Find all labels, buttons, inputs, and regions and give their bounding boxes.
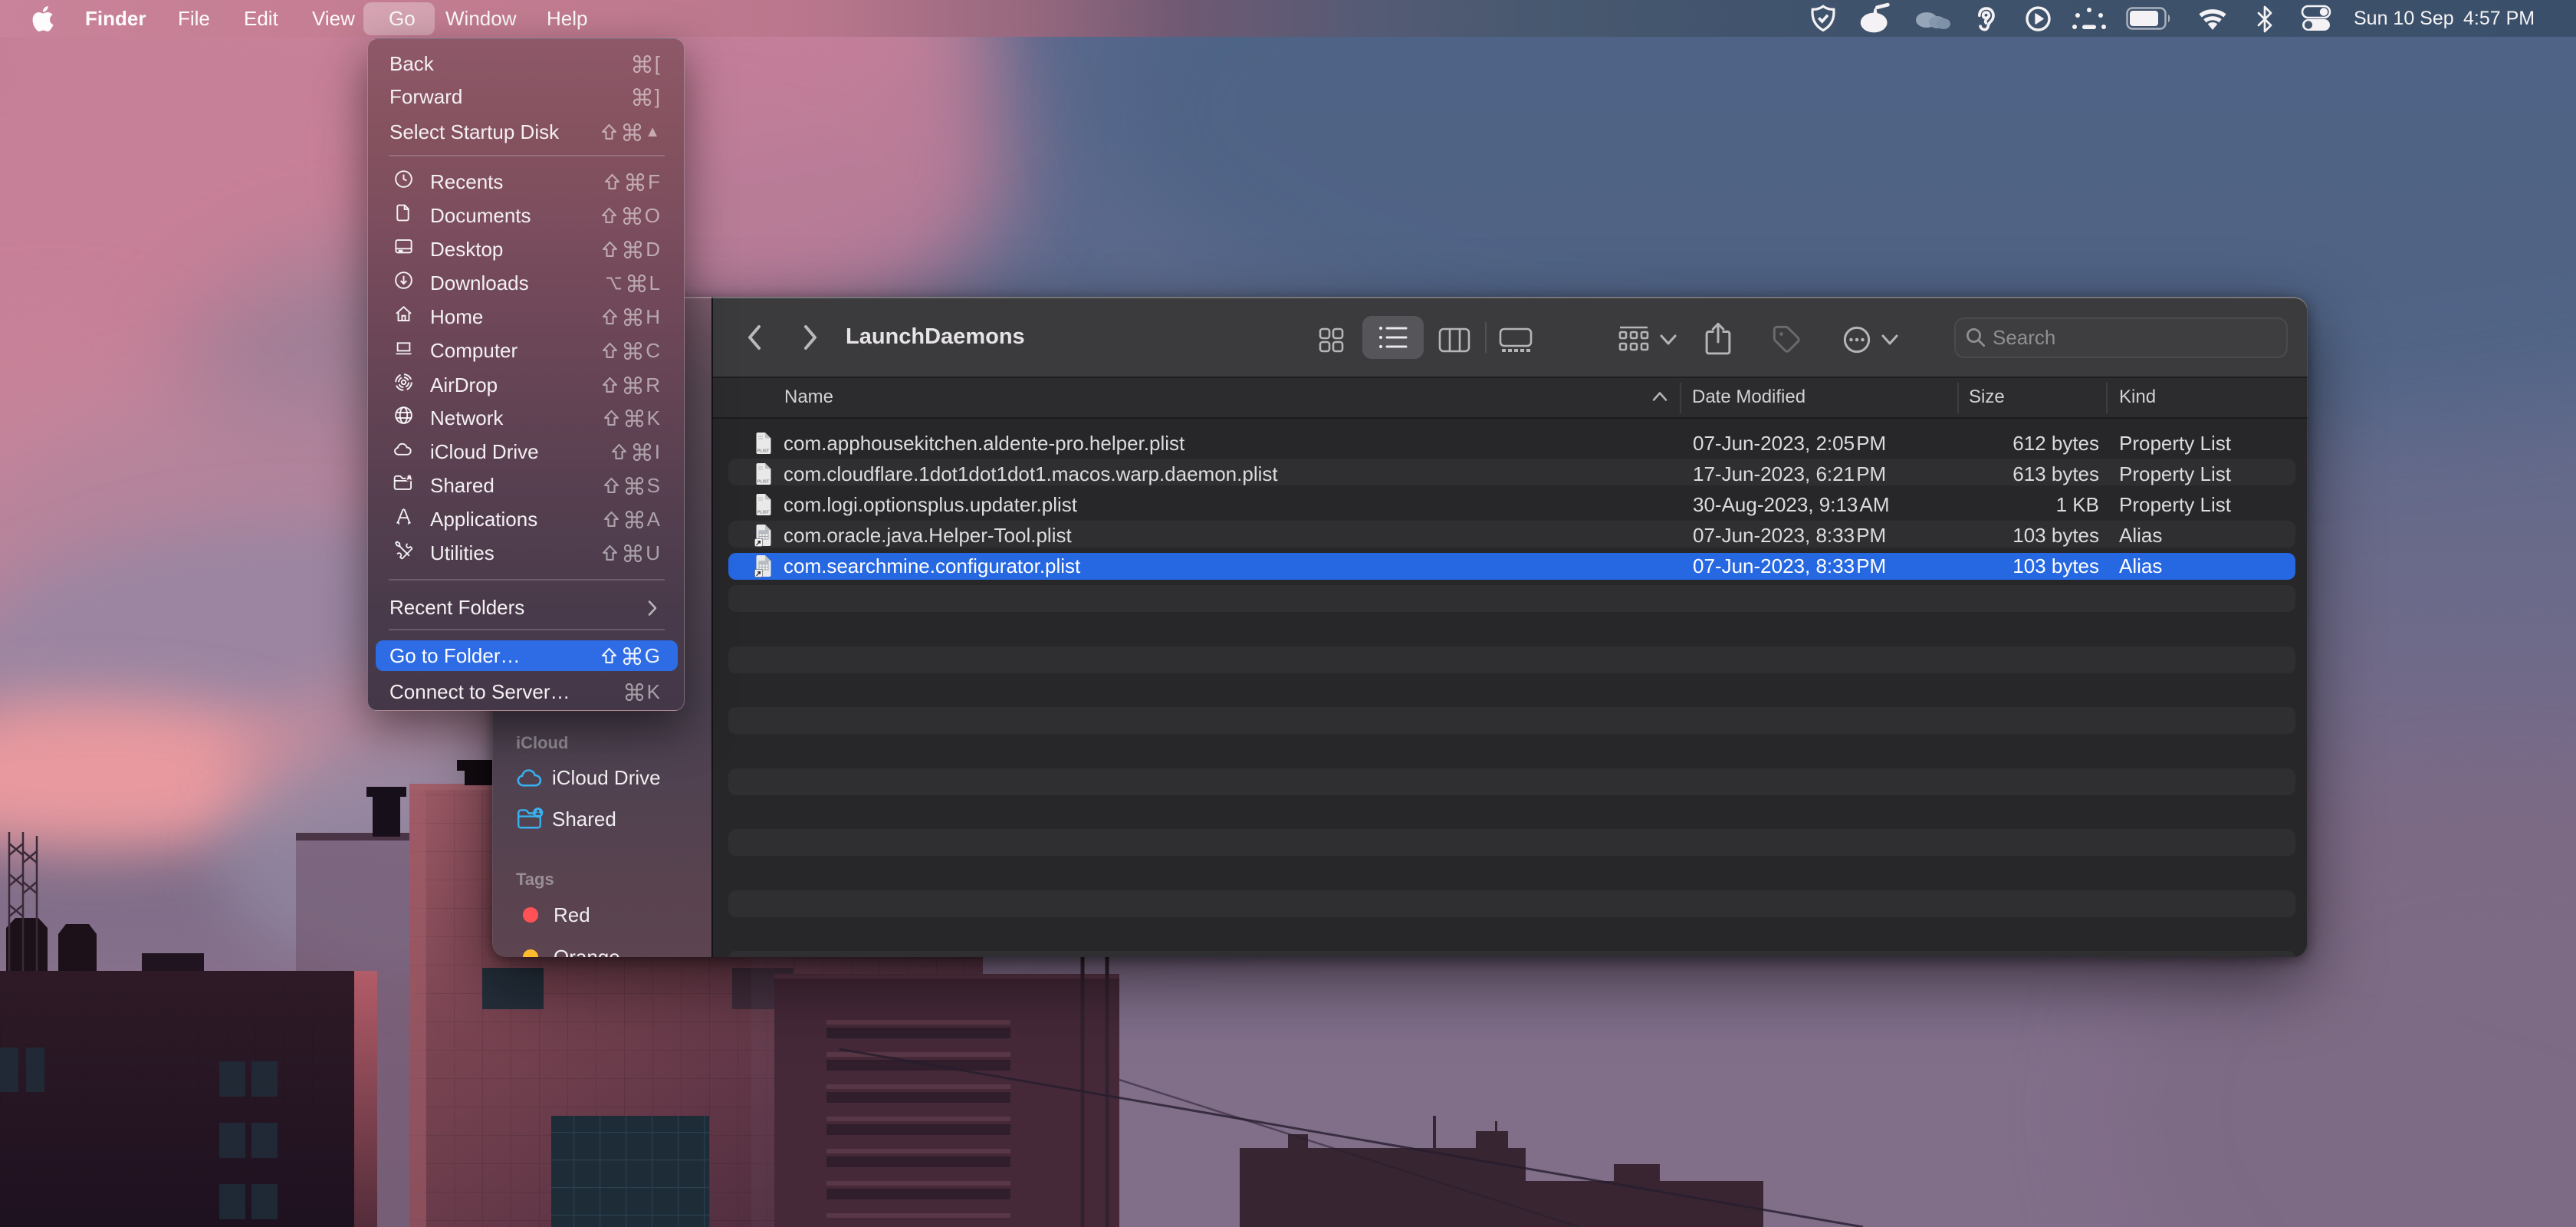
svg-text:PLIST: PLIST — [757, 449, 770, 454]
svg-text:PLIST: PLIST — [757, 511, 770, 515]
svg-text:PLIST: PLIST — [757, 480, 770, 485]
